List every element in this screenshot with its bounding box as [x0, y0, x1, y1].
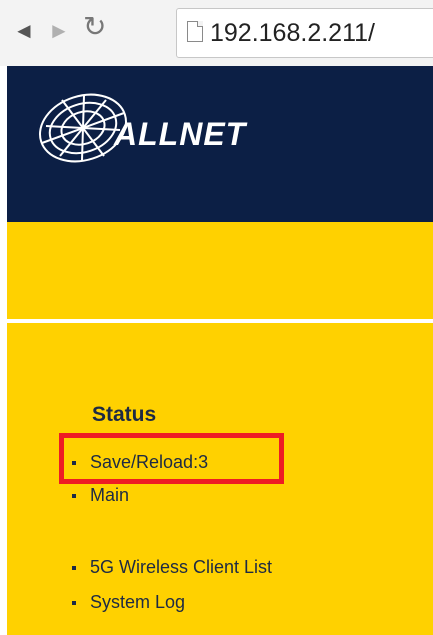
menu-item-5g-wireless-client-list[interactable]: 5G Wireless Client List — [72, 557, 272, 578]
header-banner: ALLNET — [7, 66, 433, 222]
forward-button[interactable]: ► — [48, 20, 70, 42]
address-bar[interactable]: 192.168.2.211/ — [176, 8, 433, 58]
menu-item-label[interactable]: 5G Wireless Client List — [90, 557, 272, 577]
bullet-icon — [72, 494, 76, 499]
yellow-banner — [7, 222, 433, 319]
highlight-annotation — [59, 433, 284, 484]
bullet-icon — [72, 601, 76, 606]
menu-heading: Status — [92, 403, 157, 426]
menu-item-system-log[interactable]: System Log — [72, 592, 185, 613]
brand-logo: ALLNET — [114, 116, 247, 152]
menu-item-label[interactable]: System Log — [90, 592, 185, 612]
page-icon — [187, 21, 203, 42]
url-text[interactable]: 192.168.2.211/ — [210, 18, 375, 48]
menu-item-main[interactable]: Main — [72, 485, 129, 506]
reload-button[interactable]: ↻ — [83, 13, 106, 41]
menu-item-label[interactable]: Main — [90, 485, 129, 505]
browser-toolbar: ◄ ► ↻ 192.168.2.211/ — [0, 0, 433, 66]
bullet-icon — [72, 566, 76, 571]
back-button[interactable]: ◄ — [13, 20, 35, 42]
